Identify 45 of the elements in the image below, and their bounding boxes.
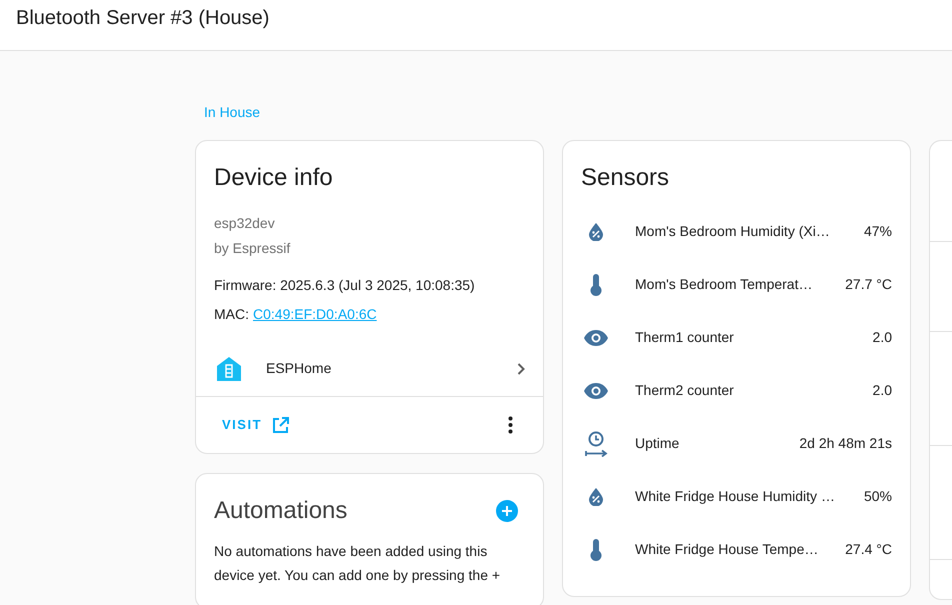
model-text: esp32dev [214, 214, 276, 234]
firmware-text: Firmware: 2025.6.3 (Jul 3 2025, 10:08:35) [214, 276, 476, 296]
sensor-name: Therm1 counter [635, 328, 735, 348]
card-title: Device info [213, 163, 334, 192]
water-percent-icon [589, 222, 603, 241]
sensor-value: 27.7 °C [845, 275, 892, 294]
thermometer-icon [590, 274, 602, 296]
chevron-right-icon [517, 362, 525, 375]
sensor-row[interactable]: Therm1 counter 2.0 [563, 311, 910, 364]
eye-icon [584, 382, 608, 399]
sensor-name: Uptime [635, 434, 680, 454]
sensor-name: Therm2 counter [635, 381, 735, 400]
sensor-row[interactable]: Uptime 2d 2h 48m 21s [563, 417, 910, 470]
card-title: Sensors [580, 163, 670, 192]
water-percent-icon [589, 488, 603, 506]
thermometer-icon [590, 538, 602, 561]
manufacturer-text: by Espressif [214, 239, 292, 258]
page-title: Bluetooth Server #3 (House) [16, 6, 270, 31]
sensor-value: 2.0 [872, 381, 892, 400]
sensor-row[interactable]: Mom's Bedroom Humidity (Xi… 47% [563, 205, 910, 258]
home-logo-icon [216, 356, 242, 382]
add-button[interactable] [496, 500, 518, 522]
sensor-value: 47% [864, 222, 892, 242]
card-title: Automations [214, 498, 348, 524]
sensor-row[interactable]: White Fridge House Humidity … 50% [563, 470, 910, 524]
integration-name: ESPHome [266, 359, 332, 378]
timer-icon [584, 430, 608, 457]
sensor-row[interactable]: Mom's Bedroom Temperat… 27.7 °C [563, 258, 910, 312]
automations-message: No automations have been added using this device yet. You can add one by pressing the + [213, 542, 502, 586]
sensor-name: Mom's Bedroom Temperat… [635, 275, 814, 294]
more-options-icon[interactable] [508, 416, 513, 434]
sensor-value: 2d 2h 48m 21s [799, 434, 892, 454]
sensor-value: 50% [864, 487, 892, 506]
sensor-name: White Fridge House Tempe… [635, 540, 820, 560]
sensor-value: 27.4 °C [845, 540, 892, 560]
external-link-icon [272, 416, 290, 434]
sensor-row[interactable]: Therm2 counter 2.0 [563, 364, 910, 418]
integration-row[interactable]: ESPHome [196, 341, 543, 398]
sensor-name: White Fridge House Humidity … [635, 487, 836, 506]
plus-icon [502, 506, 512, 516]
sensor-value: 2.0 [872, 328, 892, 348]
eye-icon [584, 330, 608, 346]
sensor-row[interactable]: White Fridge House Tempe… 27.4 °C [563, 523, 910, 576]
sensor-name: Mom's Bedroom Humidity (Xi… [635, 222, 831, 242]
mac-label: MAC: [214, 305, 249, 324]
